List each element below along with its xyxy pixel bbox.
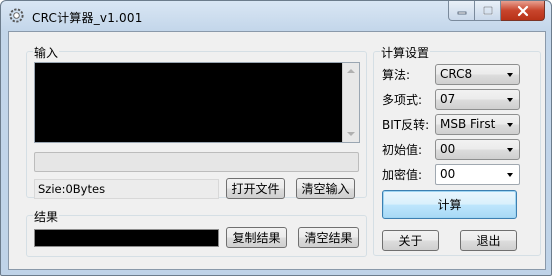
chevron-down-icon xyxy=(507,173,513,177)
about-button[interactable]: 关于 xyxy=(382,230,439,251)
algorithm-value: CRC8 xyxy=(440,67,473,81)
settings-group-label: 计算设置 xyxy=(380,44,431,61)
minimize-button[interactable] xyxy=(448,1,475,21)
input-group: 输入 Szie:0Bytes 打开文件 清空输入 xyxy=(26,44,367,199)
close-button[interactable] xyxy=(501,1,545,21)
open-file-button[interactable]: 打开文件 xyxy=(226,178,285,199)
bit-reverse-select[interactable]: MSB First xyxy=(435,114,520,135)
chevron-down-icon xyxy=(507,123,513,127)
caption-buttons xyxy=(448,1,545,21)
init-value: 00 xyxy=(440,142,456,156)
maximize-icon xyxy=(482,5,493,15)
scroll-up-icon[interactable] xyxy=(347,69,355,73)
result-group: 结果 复制结果 清空结果 xyxy=(26,208,367,257)
input-scrollbar[interactable] xyxy=(342,63,359,142)
result-group-label: 结果 xyxy=(33,208,60,225)
init-value-label: 初始值: xyxy=(382,143,423,157)
result-output[interactable] xyxy=(34,229,219,247)
xor-value-combo[interactable]: 00 xyxy=(435,164,520,185)
client-area: 输入 Szie:0Bytes 打开文件 清空输入 结果 复制结果 清空结果 计算… xyxy=(8,31,546,270)
scroll-down-icon[interactable] xyxy=(347,132,355,136)
calculate-button[interactable]: 计算 xyxy=(382,190,517,219)
algorithm-select[interactable]: CRC8 xyxy=(435,64,520,85)
polynomial-label: 多项式: xyxy=(382,93,423,107)
bit-reverse-value: MSB First xyxy=(440,117,496,131)
polynomial-value: 07 xyxy=(440,92,456,106)
algorithm-label: 算法: xyxy=(382,68,411,82)
settings-group: 计算设置 算法: CRC8 多项式: 07 BIT反转: MSB First 初… xyxy=(373,44,541,256)
progress-bar xyxy=(34,152,359,172)
clear-input-button[interactable]: 清空输入 xyxy=(296,178,355,199)
input-textarea[interactable] xyxy=(34,62,360,143)
title-bar[interactable]: CRC计算器_v1.001 xyxy=(1,1,551,31)
minimize-icon xyxy=(457,11,466,14)
xor-value-label: 加密值: xyxy=(382,168,423,182)
polynomial-select[interactable]: 07 xyxy=(435,89,520,110)
gear-icon xyxy=(9,8,24,23)
exit-button[interactable]: 退出 xyxy=(460,230,517,251)
clear-result-button[interactable]: 清空结果 xyxy=(298,227,359,248)
chevron-down-icon xyxy=(507,148,513,152)
chevron-down-icon xyxy=(507,73,513,77)
window-title: CRC计算器_v1.001 xyxy=(32,11,143,25)
chevron-down-icon xyxy=(507,98,513,102)
copy-result-button[interactable]: 复制结果 xyxy=(226,227,287,248)
main-window: CRC计算器_v1.001 输入 Szie:0Bytes 打开文件 清空输入 结… xyxy=(0,0,552,276)
maximize-button[interactable] xyxy=(475,1,501,21)
size-status: Szie:0Bytes xyxy=(34,179,219,199)
bit-reverse-label: BIT反转: xyxy=(382,118,430,132)
close-icon xyxy=(517,5,528,16)
init-value-select[interactable]: 00 xyxy=(435,139,520,160)
xor-value: 00 xyxy=(440,167,456,181)
input-group-label: 输入 xyxy=(33,44,60,61)
